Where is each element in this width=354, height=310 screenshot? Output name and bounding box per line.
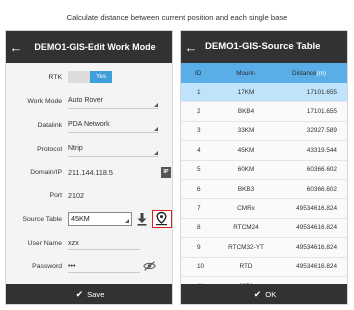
rtk-row: RTK Yes xyxy=(6,67,172,87)
protocol-row: Protocol Ntrip xyxy=(6,139,172,159)
row-distance: 17101.655 xyxy=(306,108,337,116)
row-distance: 60366.602 xyxy=(306,185,337,193)
table-row[interactable]: 4 45KM 43319.544 xyxy=(181,141,347,161)
ip-badge-icon[interactable]: IP xyxy=(161,166,171,178)
screen-title: DEMO1-GIS-Edit Work Mode xyxy=(34,41,156,52)
check-icon: ✔ xyxy=(253,288,262,299)
protocol-dropdown[interactable]: Ntrip xyxy=(68,142,158,157)
table-row[interactable]: 5 60KM 60366.602 xyxy=(181,160,347,180)
row-id: 3 xyxy=(197,127,201,135)
datalink-row: Datalink PDA Network xyxy=(6,115,172,135)
download-icon[interactable] xyxy=(137,212,147,226)
source-table-body: 1 17KM 17101.655 2 BKB4 17101.655 3 33KM 32927.5… xyxy=(181,83,347,297)
row-distance: 43319.544 xyxy=(306,146,337,154)
source-table-screen: ← DEMO1-GIS-Source Table ID Mount- Dista… xyxy=(180,30,348,305)
screen-title: DEMO1-GIS-Source Table xyxy=(205,40,321,52)
password-input[interactable]: ••• xyxy=(68,259,140,273)
table-row[interactable]: 2 BKB4 17101.655 xyxy=(181,102,347,122)
row-id: 4 xyxy=(197,146,201,154)
row-mount: RTD xyxy=(239,263,253,271)
back-arrow-icon[interactable]: ← xyxy=(6,31,26,63)
edit-work-mode-screen: ← DEMO1-GIS-Edit Work Mode RTK Yes Work … xyxy=(5,30,173,305)
password-label: Password xyxy=(32,262,62,270)
row-mount: RTCM32-YT xyxy=(228,243,264,251)
row-mount: 60KM xyxy=(237,166,255,174)
work-mode-row: Work Mode Auto Rover xyxy=(6,91,172,111)
datalink-label: Datalink xyxy=(37,121,62,129)
row-id: 10 xyxy=(197,263,205,271)
user-name-row: User Name xzx xyxy=(6,233,172,253)
distance-unit: (m) xyxy=(316,69,326,77)
column-header-mount[interactable]: Mount- xyxy=(217,70,275,77)
table-row[interactable]: 10 RTD 49534616.824 xyxy=(181,257,347,277)
port-label: Port xyxy=(49,191,62,199)
domain-ip-label: Domain/IP xyxy=(30,168,62,176)
table-row[interactable]: 6 BKB3 60366.602 xyxy=(181,179,347,200)
save-button[interactable]: ✔ Save xyxy=(6,284,172,304)
domain-ip-row: Domain/IP 211.144.118.5 IP xyxy=(6,162,172,182)
work-mode-label: Work Mode xyxy=(27,97,62,105)
nearest-base-button[interactable] xyxy=(152,210,172,228)
row-mount: 17KM xyxy=(237,88,255,96)
row-mount: BKB4 xyxy=(237,108,255,116)
table-header: ID Mount- Distance(m) xyxy=(181,63,347,83)
row-id: 1 xyxy=(197,88,201,96)
row-mount: 45KM xyxy=(237,146,255,154)
row-id: 7 xyxy=(197,205,201,213)
page-caption: Calculate distance between current posit… xyxy=(66,13,288,22)
source-table-row: Source Table 45KM xyxy=(6,209,172,229)
row-mount: CMRx xyxy=(237,205,255,213)
rtk-label: RTK xyxy=(48,73,62,81)
row-id: 5 xyxy=(197,166,201,174)
port-value[interactable]: 2102 xyxy=(68,191,84,200)
location-pin-icon xyxy=(156,211,167,226)
column-header-id[interactable]: ID xyxy=(181,70,217,77)
user-name-label: User Name xyxy=(27,239,62,247)
column-header-distance[interactable]: Distance(m) xyxy=(275,70,347,77)
row-distance: 49534616.824 xyxy=(296,243,337,251)
rtk-toggle[interactable]: Yes xyxy=(68,71,112,83)
source-table-label: Source Table xyxy=(22,215,62,223)
row-distance: 49534616.824 xyxy=(296,263,337,271)
table-row[interactable]: 9 RTCM32-YT 49534616.824 xyxy=(181,238,347,258)
table-row[interactable]: 1 17KM 17101.655 xyxy=(181,83,347,103)
row-id: 2 xyxy=(197,108,201,116)
row-id: 6 xyxy=(197,185,201,193)
row-mount: BKB3 xyxy=(237,185,255,193)
row-id: 8 xyxy=(197,224,201,232)
table-row[interactable]: 7 CMRx 49534616.824 xyxy=(181,199,347,219)
app-bar: ← DEMO1-GIS-Source Table xyxy=(181,31,347,63)
distance-header-label: Distance xyxy=(292,69,317,77)
row-mount: 33KM xyxy=(237,127,255,135)
table-row[interactable]: 8 RTCM24 49534616.824 xyxy=(181,218,347,239)
row-id: 9 xyxy=(197,243,201,251)
ok-button[interactable]: ✔ OK xyxy=(181,284,347,304)
source-table-select[interactable]: 45KM xyxy=(68,212,132,226)
password-row: Password ••• xyxy=(6,256,172,276)
row-distance: 60366.602 xyxy=(306,166,337,174)
domain-ip-value[interactable]: 211.144.118.5 xyxy=(68,168,113,177)
work-mode-form: RTK Yes Work Mode Auto Rover Datalink PD… xyxy=(6,63,172,286)
row-distance: 32927.589 xyxy=(306,127,337,135)
datalink-dropdown[interactable]: PDA Network xyxy=(68,118,158,133)
protocol-label: Protocol xyxy=(37,145,62,153)
work-mode-dropdown[interactable]: Auto Rover xyxy=(68,94,158,109)
row-distance: 49534616.824 xyxy=(296,224,337,232)
eye-off-icon[interactable] xyxy=(143,261,156,271)
table-row[interactable]: 3 33KM 32927.589 xyxy=(181,121,347,142)
ok-label: OK xyxy=(265,289,277,299)
back-arrow-icon[interactable]: ← xyxy=(181,31,201,63)
row-distance: 17101.655 xyxy=(306,88,337,96)
user-name-input[interactable]: xzx xyxy=(68,236,140,250)
check-icon: ✔ xyxy=(75,288,84,299)
port-row: Port 2102 xyxy=(6,185,172,205)
row-mount: RTCM24 xyxy=(233,224,259,232)
app-bar: ← DEMO1-GIS-Edit Work Mode xyxy=(6,31,172,63)
row-distance: 49534616.824 xyxy=(296,205,337,213)
save-label: Save xyxy=(87,289,105,299)
rtk-toggle-knob: Yes xyxy=(90,71,112,83)
